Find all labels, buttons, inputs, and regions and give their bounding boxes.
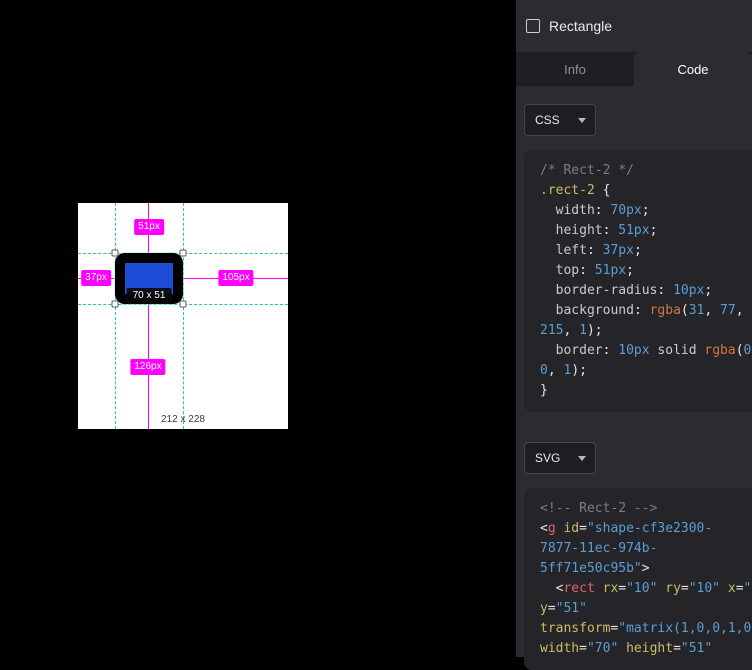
css-code-block[interactable]: /* Rect-2 */.rect-2 { width: 70px; heigh… xyxy=(524,150,752,412)
css-format-select[interactable]: CSS xyxy=(524,104,596,136)
shape-size-badge: 70 x 51 xyxy=(127,288,172,304)
artboard[interactable]: 51px 37px 105px 126px 70 x 51 212 x 228 xyxy=(78,203,288,429)
board-size-label: 212 x 228 xyxy=(78,414,288,425)
svg-code-block[interactable]: <!-- Rect-2 --><g id="shape-cf3e2300-787… xyxy=(524,488,752,670)
resize-handle-nw[interactable] xyxy=(112,250,119,257)
measure-badge-top: 51px xyxy=(134,219,164,235)
canvas-viewport[interactable]: 51px 37px 105px 126px 70 x 51 212 x 228 xyxy=(0,0,516,657)
measure-badge-bottom: 126px xyxy=(130,359,165,375)
chevron-down-icon xyxy=(578,456,586,461)
tab-info[interactable]: Info xyxy=(516,52,634,86)
tab-code[interactable]: Code xyxy=(634,52,752,86)
guide-line-vertical-right xyxy=(183,203,184,429)
guide-line-vertical-left xyxy=(115,203,116,429)
resize-handle-ne[interactable] xyxy=(180,250,187,257)
resize-handle-sw[interactable] xyxy=(112,301,119,308)
resize-handle-se[interactable] xyxy=(180,301,187,308)
css-format-value: CSS xyxy=(535,113,560,127)
panel-tabs: Info Code xyxy=(516,52,752,86)
code-tab-content: CSS /* Rect-2 */.rect-2 { width: 70px; h… xyxy=(516,86,752,670)
chevron-down-icon xyxy=(578,118,586,123)
shape-name-label: Rectangle xyxy=(549,18,612,34)
inspect-panel: Rectangle Info Code CSS /* Rect-2 */.rec… xyxy=(516,0,752,657)
measure-badge-left: 37px xyxy=(81,270,111,286)
svg-format-select[interactable]: SVG xyxy=(524,442,596,474)
panel-header: Rectangle xyxy=(516,0,752,52)
shape-checkbox[interactable] xyxy=(526,19,540,33)
svg-format-value: SVG xyxy=(535,451,560,465)
measure-badge-right: 105px xyxy=(218,270,253,286)
